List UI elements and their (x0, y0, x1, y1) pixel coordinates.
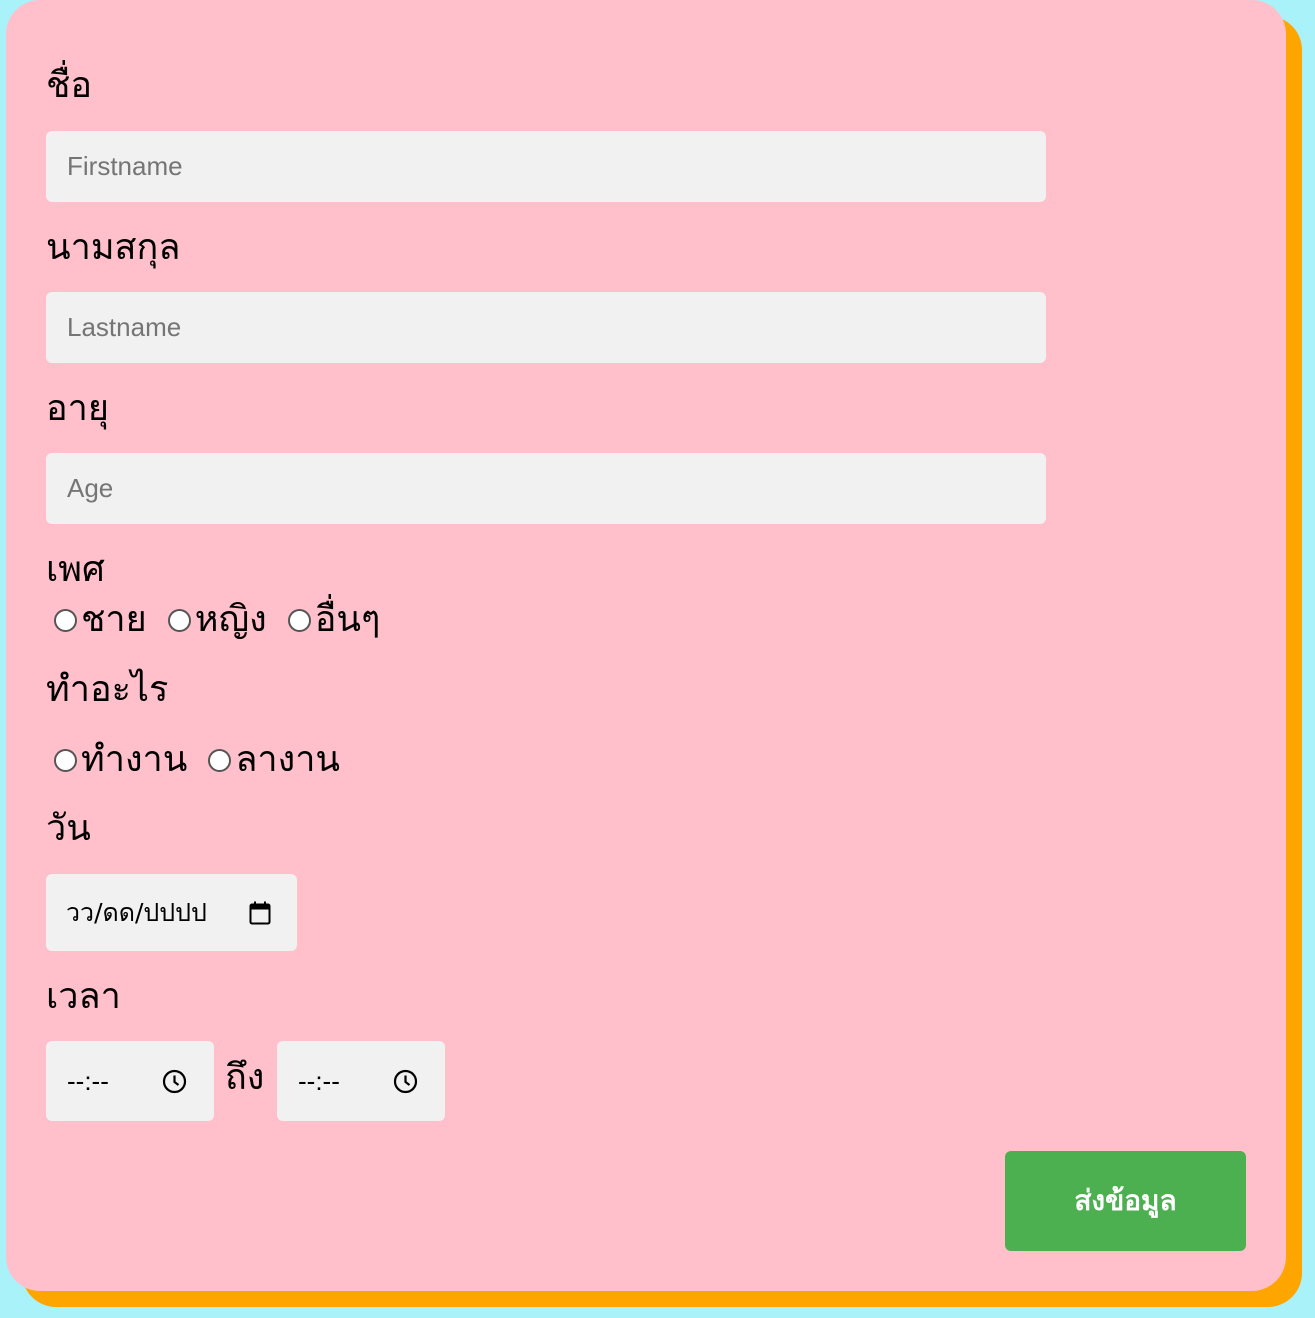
clock-icon[interactable] (162, 1069, 187, 1094)
gender-radio-group: ชาย หญิง อื่นๆ (54, 602, 401, 638)
start-time-value: --:-- (67, 1065, 109, 1096)
radio-leave[interactable] (208, 748, 232, 772)
occupation-option-label: ทำงาน (81, 739, 188, 780)
occupation-label: ทำอะไร (46, 669, 169, 710)
gender-option-label: หญิง (194, 599, 267, 640)
gender-label: เพศ (46, 549, 105, 590)
firstname-input[interactable] (46, 131, 1046, 202)
age-input[interactable] (46, 453, 1046, 524)
start-time-input[interactable]: --:-- (46, 1041, 214, 1121)
gender-option-other[interactable]: อื่นๆ (287, 599, 381, 640)
occupation-option-label: ลางาน (235, 739, 341, 780)
gender-option-label: ชาย (81, 599, 147, 640)
age-label: อายุ (46, 388, 109, 429)
occupation-option-leave[interactable]: ลางาน (208, 742, 340, 778)
gender-option-female[interactable]: หญิง (167, 599, 267, 640)
submit-button[interactable]: ส่งข้อมูล (1005, 1151, 1246, 1251)
lastname-label: นามสกุล (46, 227, 181, 268)
time-to-label: ถึง (225, 1057, 265, 1098)
date-input[interactable]: วว/ดด/ปปปป (46, 874, 297, 951)
radio-other[interactable] (287, 608, 311, 632)
end-time-input[interactable]: --:-- (277, 1041, 445, 1121)
gender-option-male[interactable]: ชาย (54, 602, 147, 638)
end-time-value: --:-- (298, 1065, 340, 1096)
radio-working[interactable] (54, 748, 77, 772)
occupation-radio-group: ทำงาน ลางาน (54, 742, 361, 778)
firstname-label: ชื่อ (46, 65, 93, 106)
date-value: วว/ดด/ปปปป (66, 897, 207, 927)
occupation-option-working[interactable]: ทำงาน (54, 742, 187, 778)
radio-male[interactable] (54, 608, 77, 632)
date-label: วัน (46, 808, 91, 849)
calendar-icon[interactable] (249, 901, 271, 925)
time-label: เวลา (46, 976, 121, 1017)
lastname-input[interactable] (46, 292, 1046, 363)
clock-icon[interactable] (393, 1069, 418, 1094)
gender-option-label: อื่นๆ (314, 599, 381, 640)
radio-female[interactable] (167, 608, 191, 632)
form-card: ชื่อ นามสกุล อายุ เพศ ชาย หญิง อื่นๆ ทำอ… (6, 0, 1286, 1291)
